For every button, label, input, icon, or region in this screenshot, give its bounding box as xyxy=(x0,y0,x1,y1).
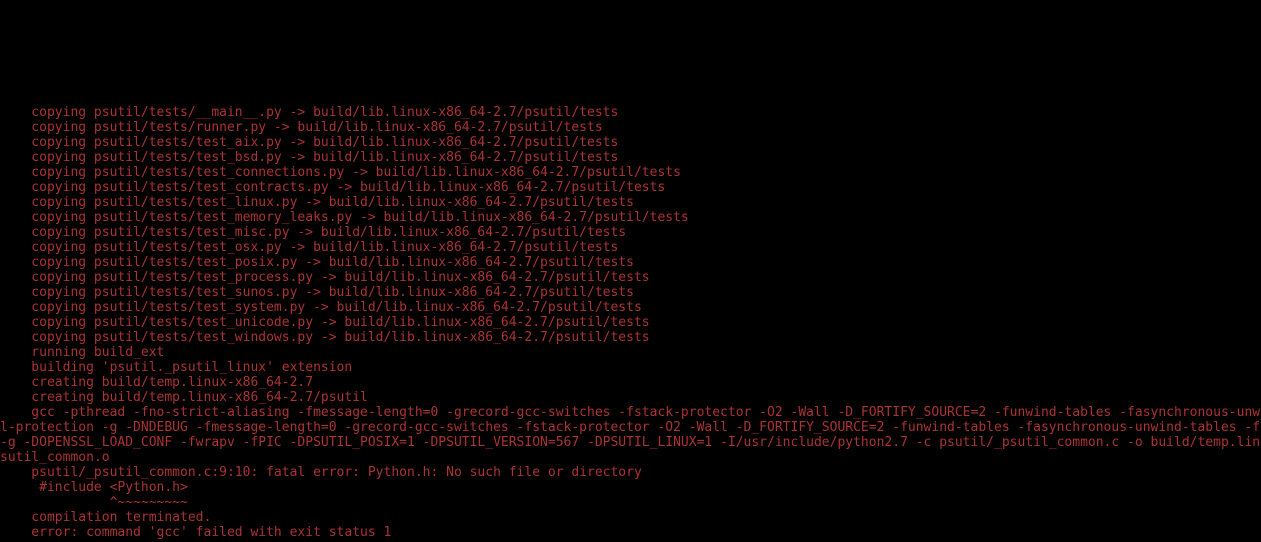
terminal-line: running build_ext xyxy=(0,345,1261,360)
terminal-line: copying psutil/tests/test_memory_leaks.p… xyxy=(0,210,1261,225)
terminal-line: copying psutil/tests/test_aix.py -> buil… xyxy=(0,135,1261,150)
terminal-line: copying psutil/tests/test_posix.py -> bu… xyxy=(0,255,1261,270)
terminal-line: copying psutil/tests/test_windows.py -> … xyxy=(0,330,1261,345)
terminal-line: copying psutil/tests/test_bsd.py -> buil… xyxy=(0,150,1261,165)
terminal-line: error: command 'gcc' failed with exit st… xyxy=(0,525,1261,540)
terminal-line: l-protection -g -DNDEBUG -fmessage-lengt… xyxy=(0,420,1261,435)
terminal-output[interactable]: copying psutil/tests/__main__.py -> buil… xyxy=(0,75,1261,542)
terminal-line: psutil/_psutil_common.c:9:10: fatal erro… xyxy=(0,465,1261,480)
terminal-line: copying psutil/tests/test_system.py -> b… xyxy=(0,300,1261,315)
terminal-line: copying psutil/tests/test_process.py -> … xyxy=(0,270,1261,285)
terminal-line: -g -DOPENSSL_LOAD_CONF -fwrapv -fPIC -DP… xyxy=(0,435,1261,450)
terminal-line: sutil_common.o xyxy=(0,450,1261,465)
terminal-line: gcc -pthread -fno-strict-aliasing -fmess… xyxy=(0,405,1261,420)
terminal-line: copying psutil/tests/test_unicode.py -> … xyxy=(0,315,1261,330)
terminal-line: compilation terminated. xyxy=(0,510,1261,525)
terminal-line: ^~~~~~~~~~ xyxy=(0,495,1261,510)
terminal-line: copying psutil/tests/test_misc.py -> bui… xyxy=(0,225,1261,240)
terminal-line: copying psutil/tests/runner.py -> build/… xyxy=(0,120,1261,135)
terminal-line: creating build/temp.linux-x86_64-2.7/psu… xyxy=(0,390,1261,405)
terminal-line: copying psutil/tests/test_connections.py… xyxy=(0,165,1261,180)
terminal-line: building 'psutil._psutil_linux' extensio… xyxy=(0,360,1261,375)
terminal-line: copying psutil/tests/test_sunos.py -> bu… xyxy=(0,285,1261,300)
terminal-line: copying psutil/tests/test_osx.py -> buil… xyxy=(0,240,1261,255)
terminal-line: ---------------------------------------- xyxy=(0,540,1261,542)
terminal-line: copying psutil/tests/test_contracts.py -… xyxy=(0,180,1261,195)
terminal-line: creating build/temp.linux-x86_64-2.7 xyxy=(0,375,1261,390)
terminal-line: #include <Python.h> xyxy=(0,480,1261,495)
terminal-line: copying psutil/tests/__main__.py -> buil… xyxy=(0,105,1261,120)
terminal-line: copying psutil/tests/test_linux.py -> bu… xyxy=(0,195,1261,210)
